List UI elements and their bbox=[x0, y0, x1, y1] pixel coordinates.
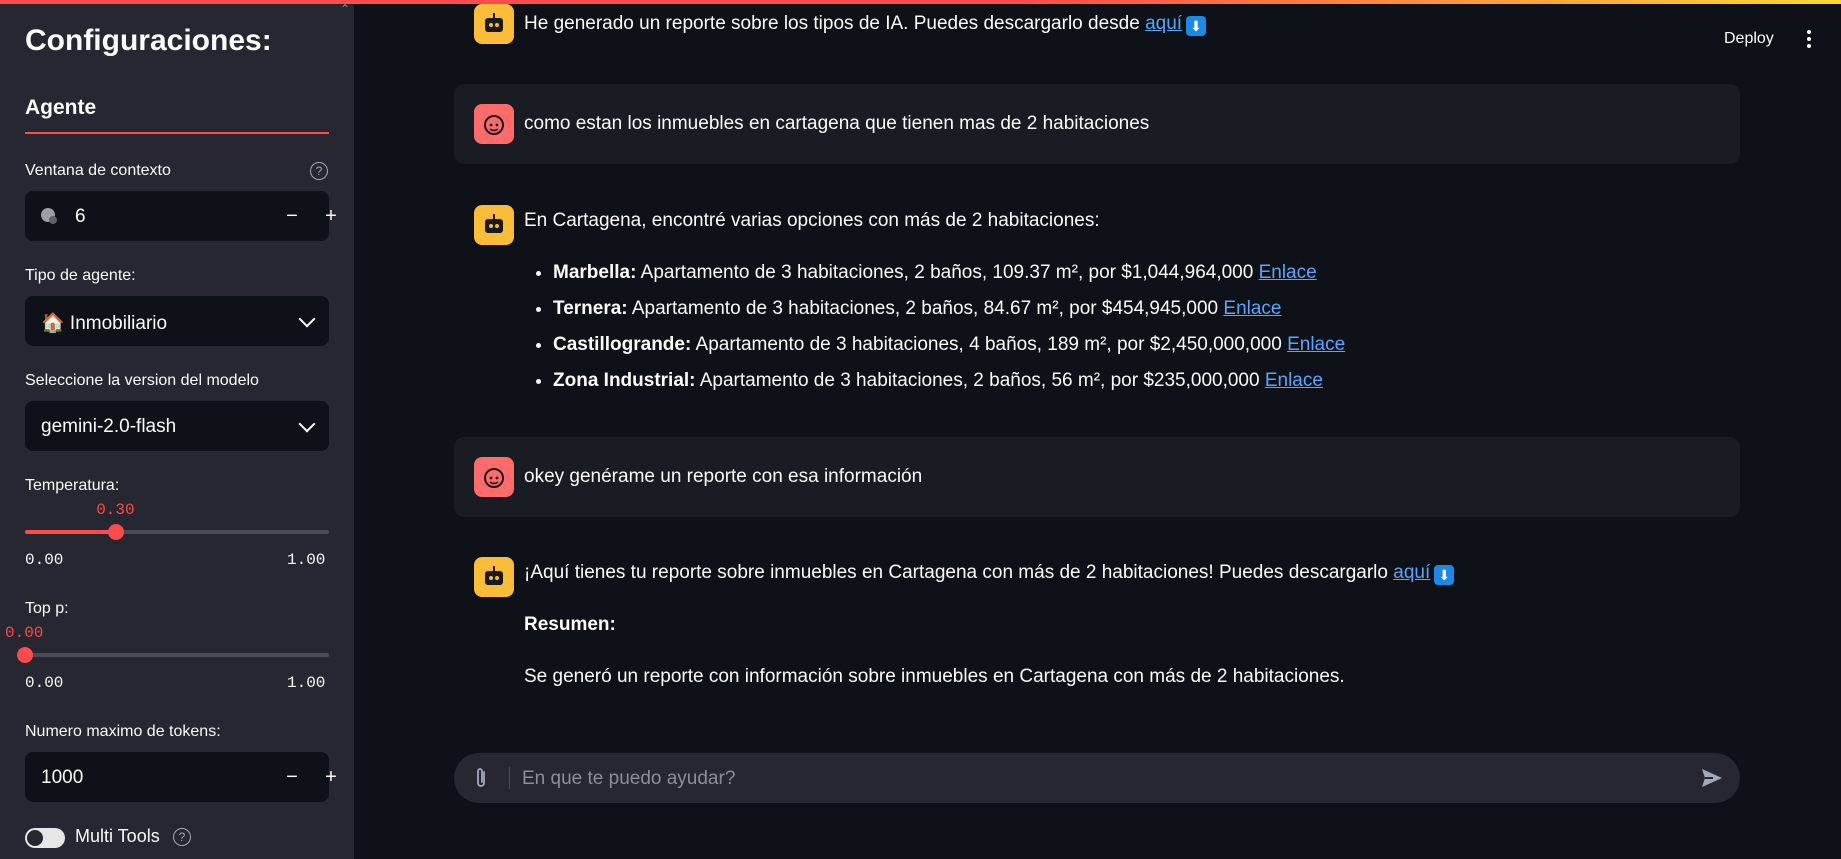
deploy-button[interactable]: Deploy bbox=[1724, 30, 1774, 48]
listing-name: Marbella: bbox=[553, 262, 637, 283]
bot-message-text: He generado un reporte sobre los tipos d… bbox=[524, 13, 1207, 36]
input-divider bbox=[509, 767, 510, 789]
listing-desc: Apartamento de 3 habitaciones, 2 baños, … bbox=[636, 262, 1259, 283]
brain-gear-icon bbox=[39, 206, 59, 231]
chat-input[interactable] bbox=[520, 753, 1644, 805]
paperclip-icon[interactable] bbox=[474, 766, 488, 796]
down-arrow-icon: ⬇ bbox=[1186, 16, 1207, 36]
listing-link[interactable]: Enlace bbox=[1259, 262, 1317, 283]
decrement-button[interactable]: − bbox=[278, 202, 306, 230]
multi-tools-toggle[interactable] bbox=[25, 828, 65, 848]
tab-active-indicator bbox=[25, 132, 329, 134]
listing-list: Marbella: Apartamento de 3 habitaciones,… bbox=[529, 258, 1345, 402]
bot-avatar-icon bbox=[474, 205, 514, 245]
increment-button[interactable]: + bbox=[317, 202, 345, 230]
listing-link[interactable]: Enlace bbox=[1287, 334, 1345, 355]
top-p-value: 0.00 bbox=[5, 624, 44, 642]
temperature-value: 0.30 bbox=[96, 501, 135, 519]
top-decoration-bar bbox=[0, 0, 1841, 4]
user-message-text: okey genérame un reporte con esa informa… bbox=[524, 466, 923, 487]
bot-message-intro: En Cartagena, encontré varias opciones c… bbox=[524, 210, 1100, 231]
send-icon[interactable] bbox=[1700, 766, 1724, 795]
summary-text: Se generó un reporte con información sob… bbox=[524, 666, 1345, 687]
user-avatar-icon bbox=[474, 104, 514, 144]
listing-name: Ternera: bbox=[553, 298, 628, 319]
list-item: Ternera: Apartamento de 3 habitaciones, … bbox=[553, 294, 1345, 330]
bot-message-text: ¡Aquí tienes tu reporte sobre inmuebles … bbox=[524, 562, 1455, 585]
temperature-label: Temperatura: bbox=[25, 477, 120, 494]
list-item: Marbella: Apartamento de 3 habitaciones,… bbox=[553, 258, 1345, 294]
download-link[interactable]: aquí bbox=[1393, 562, 1430, 583]
kebab-menu-icon[interactable] bbox=[1807, 30, 1813, 51]
tab-agente[interactable]: Agente bbox=[25, 96, 96, 120]
user-message: como estan los inmuebles en cartagena qu… bbox=[454, 84, 1740, 164]
toggle-knob bbox=[27, 830, 43, 846]
context-window-stepper[interactable]: 6 − + bbox=[25, 191, 337, 241]
download-link[interactable]: aquí bbox=[1145, 13, 1182, 34]
message-text: ¡Aquí tienes tu reporte sobre inmuebles … bbox=[524, 562, 1394, 583]
decrement-button[interactable]: − bbox=[278, 763, 306, 791]
listing-name: Castillogrande: bbox=[553, 334, 692, 355]
listing-link[interactable]: Enlace bbox=[1265, 370, 1323, 391]
max-tokens-label: Numero maximo de tokens: bbox=[25, 723, 221, 740]
chat-input-bar bbox=[454, 753, 1740, 805]
model-version-label: Seleccione la version del modelo bbox=[25, 372, 259, 389]
temperature-min: 0.00 bbox=[25, 551, 64, 569]
bot-avatar-icon bbox=[474, 557, 514, 597]
top-p-label: Top p: bbox=[25, 600, 69, 617]
help-icon[interactable]: ? bbox=[173, 828, 191, 846]
temperature-slider[interactable] bbox=[25, 524, 329, 540]
sidebar-title: Configuraciones: bbox=[25, 24, 272, 57]
model-version-select[interactable]: gemini-2.0-flash bbox=[25, 401, 329, 451]
listing-name: Zona Industrial: bbox=[553, 370, 696, 391]
max-tokens-value[interactable]: 1000 bbox=[41, 767, 83, 789]
increment-button[interactable]: + bbox=[317, 763, 345, 791]
top-p-min: 0.00 bbox=[25, 674, 64, 692]
down-arrow-icon: ⬇ bbox=[1434, 565, 1455, 585]
chevron-down-icon bbox=[298, 310, 316, 328]
listing-desc: Apartamento de 3 habitaciones, 4 baños, … bbox=[691, 334, 1288, 355]
max-tokens-stepper[interactable]: 1000 − + bbox=[25, 752, 337, 802]
temperature-max: 1.00 bbox=[287, 551, 326, 569]
listing-desc: Apartamento de 3 habitaciones, 2 baños, … bbox=[627, 298, 1224, 319]
message-text: He generado un reporte sobre los tipos d… bbox=[524, 13, 1146, 34]
listing-link[interactable]: Enlace bbox=[1223, 298, 1281, 319]
multi-tools-label: Multi Tools bbox=[75, 826, 160, 846]
chevron-down-icon bbox=[298, 415, 316, 433]
slider-thumb[interactable] bbox=[108, 524, 125, 540]
agent-type-select[interactable]: 🏠 Inmobiliario bbox=[25, 296, 329, 346]
agent-type-value: 🏠 Inmobiliario bbox=[41, 313, 168, 334]
list-item: Zona Industrial: Apartamento de 3 habita… bbox=[553, 366, 1345, 402]
context-window-value[interactable]: 6 bbox=[75, 206, 86, 228]
context-window-label: Ventana de contexto bbox=[25, 162, 171, 179]
user-message-text: como estan los inmuebles en cartagena qu… bbox=[524, 113, 1150, 134]
summary-title: Resumen: bbox=[524, 614, 616, 635]
sidebar: ⌃ Configuraciones: Agente Ventana de con… bbox=[0, 0, 354, 859]
top-p-max: 1.00 bbox=[287, 674, 326, 692]
bot-avatar-icon bbox=[474, 4, 514, 44]
user-message: okey genérame un reporte con esa informa… bbox=[454, 437, 1740, 517]
collapse-sidebar-icon[interactable]: ⌃ bbox=[340, 2, 350, 16]
slider-fill bbox=[25, 530, 117, 534]
help-icon[interactable]: ? bbox=[310, 162, 328, 180]
list-item: Castillogrande: Apartamento de 3 habitac… bbox=[553, 330, 1345, 366]
listing-desc: Apartamento de 3 habitaciones, 2 baños, … bbox=[695, 370, 1265, 391]
model-version-value: gemini-2.0-flash bbox=[41, 416, 177, 437]
slider-thumb[interactable] bbox=[17, 647, 33, 663]
agent-type-label: Tipo de agente: bbox=[25, 267, 136, 284]
top-p-slider[interactable] bbox=[17, 647, 329, 663]
user-avatar-icon bbox=[474, 457, 514, 497]
